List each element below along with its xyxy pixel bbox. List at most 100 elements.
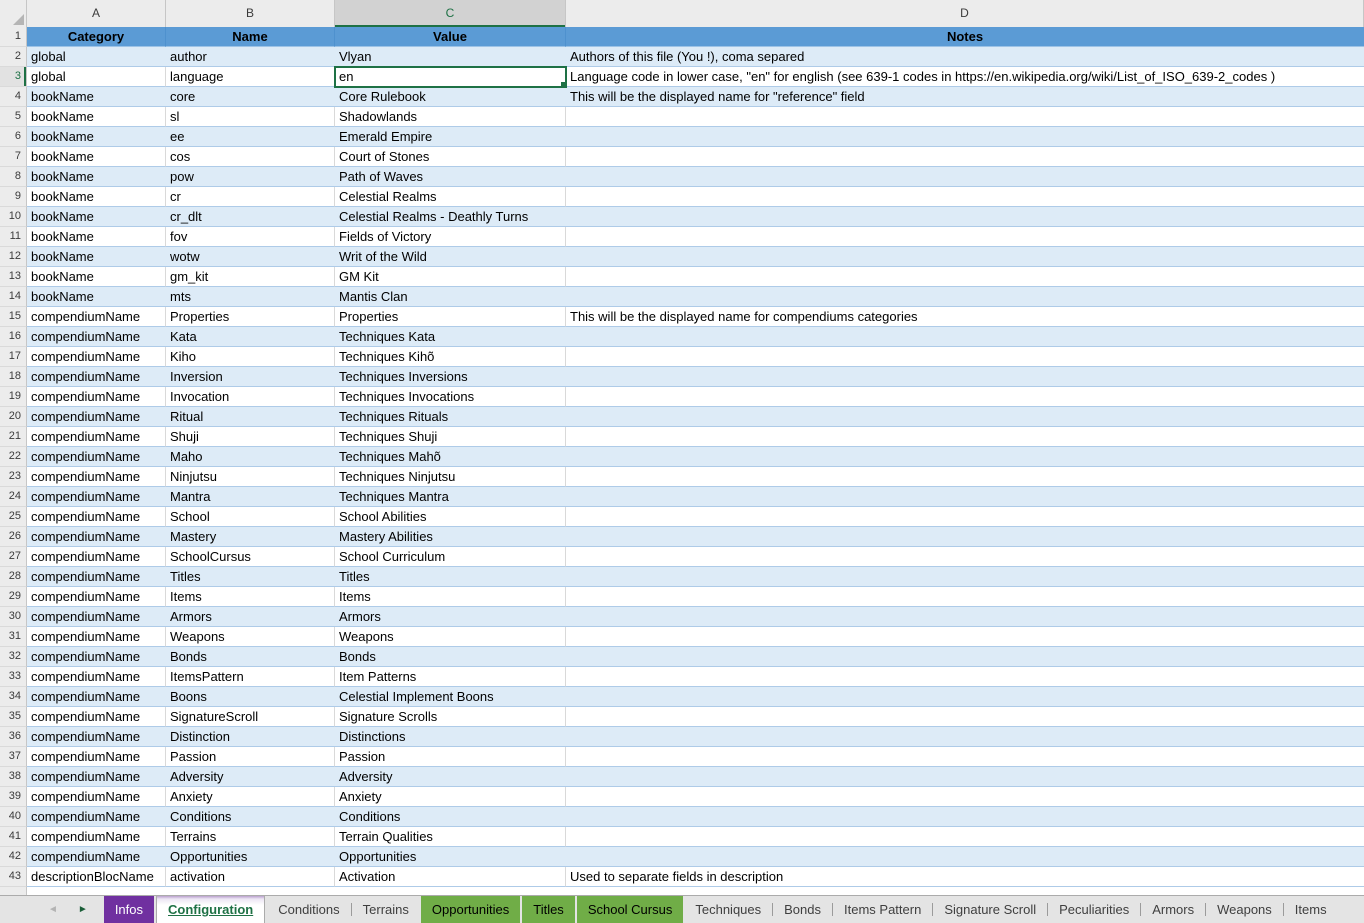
cell-B10[interactable]: cr_dlt: [166, 207, 335, 227]
cell-B39[interactable]: Anxiety: [166, 787, 335, 807]
cell-C39[interactable]: Anxiety: [335, 787, 566, 807]
row-header-1[interactable]: 1: [0, 27, 27, 47]
column-header-C[interactable]: C: [335, 0, 566, 27]
cell-B13[interactable]: gm_kit: [166, 267, 335, 287]
cell-A14[interactable]: bookName: [27, 287, 166, 307]
cell-B3[interactable]: language: [166, 67, 335, 87]
cell-B16[interactable]: Kata: [166, 327, 335, 347]
cell-A26[interactable]: compendiumName: [27, 527, 166, 547]
cell-A27[interactable]: compendiumName: [27, 547, 166, 567]
cell-A21[interactable]: compendiumName: [27, 427, 166, 447]
cell-C8[interactable]: Path of Waves: [335, 167, 566, 187]
cell-B19[interactable]: Invocation: [166, 387, 335, 407]
sheet-tab-peculiarities[interactable]: Peculiarities: [1048, 896, 1140, 923]
sheet-tab-conditions[interactable]: Conditions: [267, 896, 350, 923]
sheet-tab-infos[interactable]: Infos: [104, 896, 154, 923]
cell-C10[interactable]: Celestial Realms - Deathly Turns: [335, 207, 566, 227]
cell-B6[interactable]: ee: [166, 127, 335, 147]
cell-C29[interactable]: Items: [335, 587, 566, 607]
cell-C19[interactable]: Techniques Invocations: [335, 387, 566, 407]
cell-C17[interactable]: Techniques Kihõ: [335, 347, 566, 367]
cell-B15[interactable]: Properties: [166, 307, 335, 327]
cell-A36[interactable]: compendiumName: [27, 727, 166, 747]
cell-B31[interactable]: Weapons: [166, 627, 335, 647]
cell-D12[interactable]: [566, 247, 1364, 267]
cell-D2[interactable]: Authors of this file (You !), coma separ…: [566, 47, 1364, 67]
row-header-17[interactable]: 17: [0, 347, 27, 367]
cell-D38[interactable]: [566, 767, 1364, 787]
cell-D18[interactable]: [566, 367, 1364, 387]
cell-A20[interactable]: compendiumName: [27, 407, 166, 427]
cell-C27[interactable]: School Curriculum: [335, 547, 566, 567]
row-header-43[interactable]: 43: [0, 867, 27, 887]
row-header-24[interactable]: 24: [0, 487, 27, 507]
cell-D15[interactable]: This will be the displayed name for comp…: [566, 307, 1364, 327]
cell-B26[interactable]: Mastery: [166, 527, 335, 547]
cell-A6[interactable]: bookName: [27, 127, 166, 147]
cell-B1[interactable]: Name: [166, 27, 335, 47]
cell-A13[interactable]: bookName: [27, 267, 166, 287]
cell-C32[interactable]: Bonds: [335, 647, 566, 667]
cell-A41[interactable]: compendiumName: [27, 827, 166, 847]
cell-C33[interactable]: Item Patterns: [335, 667, 566, 687]
cell-B35[interactable]: SignatureScroll: [166, 707, 335, 727]
row-header-15[interactable]: 15: [0, 307, 27, 327]
cell-D32[interactable]: [566, 647, 1364, 667]
row-header-30[interactable]: 30: [0, 607, 27, 627]
cell-C43[interactable]: Activation: [335, 867, 566, 887]
cell-C18[interactable]: Techniques Inversions: [335, 367, 566, 387]
cell-A34[interactable]: compendiumName: [27, 687, 166, 707]
cell-C22[interactable]: Techniques Mahõ: [335, 447, 566, 467]
cell-C16[interactable]: Techniques Kata: [335, 327, 566, 347]
cell-D8[interactable]: [566, 167, 1364, 187]
cell-B33[interactable]: ItemsPattern: [166, 667, 335, 687]
cell-C41[interactable]: Terrain Qualities: [335, 827, 566, 847]
cell-B29[interactable]: Items: [166, 587, 335, 607]
row-header-22[interactable]: 22: [0, 447, 27, 467]
cell-D21[interactable]: [566, 427, 1364, 447]
cell-A11[interactable]: bookName: [27, 227, 166, 247]
select-all-corner[interactable]: [0, 0, 27, 27]
cell-B24[interactable]: Mantra: [166, 487, 335, 507]
cell-A30[interactable]: compendiumName: [27, 607, 166, 627]
row-header-4[interactable]: 4: [0, 87, 27, 107]
row-header-8[interactable]: 8: [0, 167, 27, 187]
cell-A33[interactable]: compendiumName: [27, 667, 166, 687]
cell-D19[interactable]: [566, 387, 1364, 407]
cell-A43[interactable]: descriptionBlocName: [27, 867, 166, 887]
sheet-tab-school-cursus[interactable]: School Cursus: [577, 896, 684, 923]
sheet-nav-left-icon[interactable]: ◄: [48, 905, 58, 915]
cell-B7[interactable]: cos: [166, 147, 335, 167]
cell-C38[interactable]: Adversity: [335, 767, 566, 787]
row-header-21[interactable]: 21: [0, 427, 27, 447]
cell-D22[interactable]: [566, 447, 1364, 467]
cell-B38[interactable]: Adversity: [166, 767, 335, 787]
sheet-tab-techniques[interactable]: Techniques: [684, 896, 772, 923]
cell-C13[interactable]: GM Kit: [335, 267, 566, 287]
row-header-26[interactable]: 26: [0, 527, 27, 547]
sheet-tab-items-pattern[interactable]: Items Pattern: [833, 896, 932, 923]
cell-A5[interactable]: bookName: [27, 107, 166, 127]
cell-A2[interactable]: global: [27, 47, 166, 67]
cell-A40[interactable]: compendiumName: [27, 807, 166, 827]
row-header-42[interactable]: 42: [0, 847, 27, 867]
cell-C35[interactable]: Signature Scrolls: [335, 707, 566, 727]
cell-D14[interactable]: [566, 287, 1364, 307]
cell-D10[interactable]: [566, 207, 1364, 227]
row-header-27[interactable]: 27: [0, 547, 27, 567]
sheet-tab-weapons[interactable]: Weapons: [1206, 896, 1283, 923]
cell-A42[interactable]: compendiumName: [27, 847, 166, 867]
cell-A17[interactable]: compendiumName: [27, 347, 166, 367]
cell-A35[interactable]: compendiumName: [27, 707, 166, 727]
row-header-3[interactable]: 3: [0, 67, 27, 87]
row-header-38[interactable]: 38: [0, 767, 27, 787]
cell-A15[interactable]: compendiumName: [27, 307, 166, 327]
row-header-18[interactable]: 18: [0, 367, 27, 387]
cell-C31[interactable]: Weapons: [335, 627, 566, 647]
sheet-nav-right-icon[interactable]: ►: [78, 905, 88, 915]
cell-B12[interactable]: wotw: [166, 247, 335, 267]
cell-D43[interactable]: Used to separate fields in description: [566, 867, 1364, 887]
cell-A23[interactable]: compendiumName: [27, 467, 166, 487]
cell-B41[interactable]: Terrains: [166, 827, 335, 847]
cell-A9[interactable]: bookName: [27, 187, 166, 207]
